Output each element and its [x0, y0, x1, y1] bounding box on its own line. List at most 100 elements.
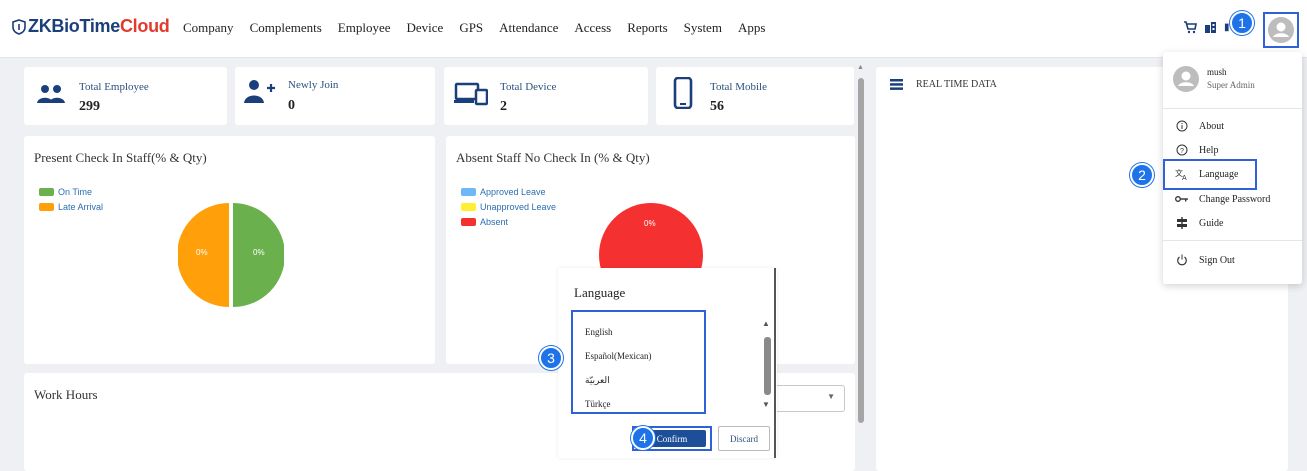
menu-item-change-password[interactable]: Change Password — [1175, 190, 1270, 208]
legend-swatch — [39, 203, 54, 211]
legend-swatch — [461, 218, 476, 226]
stat-label: Total Employee — [79, 81, 149, 93]
language-list: English Español(Mexican) العربيّة Türkçe — [571, 310, 706, 414]
scrollbar-thumb[interactable] — [858, 78, 864, 423]
legend-item-on-time[interactable]: On Time — [39, 187, 103, 197]
brand-suffix: Cloud — [119, 16, 170, 36]
nav-access[interactable]: Access — [574, 20, 611, 36]
nav-reports[interactable]: Reports — [627, 20, 667, 36]
stat-card-total-device[interactable]: Total Device 2 — [444, 67, 648, 125]
people-icon — [37, 85, 65, 103]
chart-title: Absent Staff No Check In (% & Qty) — [456, 150, 650, 165]
header-icons: ▮ — [1183, 20, 1230, 34]
legend-swatch — [461, 188, 476, 196]
discard-button[interactable]: Discard — [718, 426, 770, 451]
nav-company[interactable]: Company — [183, 20, 234, 36]
dialog-edge — [774, 268, 776, 458]
cart-icon[interactable] — [1183, 20, 1197, 34]
shield-logo-icon — [12, 18, 26, 35]
chart-legend: Approved Leave Unapproved Leave Absent — [461, 187, 556, 232]
pie-label-late: 0% — [196, 248, 208, 257]
list-icon — [890, 79, 903, 90]
brand-logo[interactable]: ZKBioTime Cloud — [12, 16, 170, 37]
stat-value: 299 — [79, 99, 100, 114]
avatar-icon — [1173, 66, 1199, 92]
nav-system[interactable]: System — [684, 20, 722, 36]
step-4-badge: 4 — [631, 426, 655, 450]
chevron-down-icon: ▼ — [827, 392, 835, 401]
realtime-title: REAL TIME DATA — [916, 79, 997, 90]
nav-complements[interactable]: Complements — [250, 20, 322, 36]
stat-card-total-mobile[interactable]: Total Mobile 56 — [656, 67, 854, 125]
pie-label-ontime: 0% — [253, 248, 265, 257]
stat-label: Total Device — [500, 81, 557, 93]
menu-item-label: Guide — [1199, 217, 1224, 229]
stat-card-newly-join[interactable]: Newly Join 0 — [235, 67, 435, 125]
language-option-arabic[interactable]: العربيّة — [585, 375, 610, 386]
devices-icon — [454, 82, 488, 106]
menu-item-about[interactable]: About — [1175, 117, 1224, 135]
menu-item-guide[interactable]: Guide — [1175, 214, 1223, 232]
nav-device[interactable]: Device — [407, 20, 444, 36]
menu-item-label: Sign Out — [1199, 254, 1235, 266]
stat-value: 0 — [288, 98, 295, 113]
mobile-icon — [673, 77, 693, 109]
legend-label: On Time — [58, 187, 93, 197]
building-icon[interactable] — [1204, 21, 1217, 34]
user-name: mush — [1207, 67, 1227, 77]
key-icon — [1175, 196, 1188, 202]
legend-label: Late Arrival — [58, 202, 104, 212]
legend-item-unapproved-leave[interactable]: Unapproved Leave — [461, 202, 556, 212]
work-hours-title: Work Hours — [34, 387, 98, 402]
stat-card-total-employee[interactable]: Total Employee 299 — [24, 67, 227, 125]
nav-apps[interactable]: Apps — [738, 20, 765, 36]
language-highlight-box — [1163, 159, 1257, 190]
main-scrollbar[interactable]: ▲ — [857, 63, 865, 426]
nav-attendance[interactable]: Attendance — [499, 20, 558, 36]
svg-text:?: ? — [1180, 148, 1184, 155]
nav-gps[interactable]: GPS — [459, 20, 483, 36]
step-3-badge: 3 — [539, 346, 563, 370]
dialog-title: Language — [574, 285, 626, 300]
nav-employee[interactable]: Employee — [338, 20, 391, 36]
menu-item-label: Change Password — [1199, 193, 1271, 205]
scroll-down-icon[interactable]: ▼ — [762, 400, 770, 409]
legend-swatch — [39, 188, 54, 196]
legend-item-approved-leave[interactable]: Approved Leave — [461, 187, 556, 197]
scrollbar-thumb[interactable] — [764, 337, 771, 395]
main-nav: Company Complements Employee Device GPS … — [183, 20, 765, 36]
legend-label: Unapproved Leave — [480, 202, 557, 212]
menu-item-help[interactable]: ? Help — [1175, 141, 1218, 159]
language-dialog: Language English Español(Mexican) العربي… — [558, 268, 777, 458]
user-plus-icon — [244, 80, 275, 103]
menu-item-sign-out[interactable]: Sign Out — [1175, 251, 1235, 269]
signpost-icon — [1177, 217, 1187, 229]
legend-label: Absent — [480, 217, 509, 227]
chart-title: Present Check In Staff(% & Qty) — [34, 150, 207, 165]
stat-value: 56 — [710, 99, 724, 114]
brand-name: ZKBioTime — [28, 16, 120, 36]
legend-label: Approved Leave — [480, 187, 546, 197]
present-checkin-card: Present Check In Staff(% & Qty) On Time … — [24, 136, 435, 364]
user-avatar-button[interactable] — [1263, 12, 1299, 48]
language-option-spanish[interactable]: Español(Mexican) — [585, 351, 651, 361]
overflow-icon: ▮ — [1224, 21, 1230, 33]
language-option-turkish[interactable]: Türkçe — [585, 399, 610, 409]
scroll-up-icon[interactable]: ▲ — [762, 319, 770, 328]
user-role: Super Admin — [1207, 80, 1255, 90]
legend-swatch — [461, 203, 476, 211]
scroll-up-icon[interactable]: ▲ — [857, 63, 864, 71]
stat-label: Newly Join — [288, 79, 339, 91]
legend-item-late-arrival[interactable]: Late Arrival — [39, 202, 103, 212]
menu-item-label: Help — [1199, 144, 1219, 156]
language-option-english[interactable]: English — [585, 327, 613, 337]
help-icon: ? — [1176, 144, 1188, 156]
pie-label-absent: 0% — [644, 219, 656, 228]
step-2-badge: 2 — [1130, 163, 1154, 187]
info-icon — [1176, 120, 1188, 132]
stat-value: 2 — [500, 99, 507, 114]
legend-item-absent[interactable]: Absent — [461, 217, 556, 227]
work-hours-select[interactable]: ▼ — [768, 385, 845, 412]
top-bar: ZKBioTime Cloud Company Complements Emplo… — [0, 0, 1307, 58]
language-list-scrollbar[interactable]: ▲ ▼ — [762, 319, 772, 411]
